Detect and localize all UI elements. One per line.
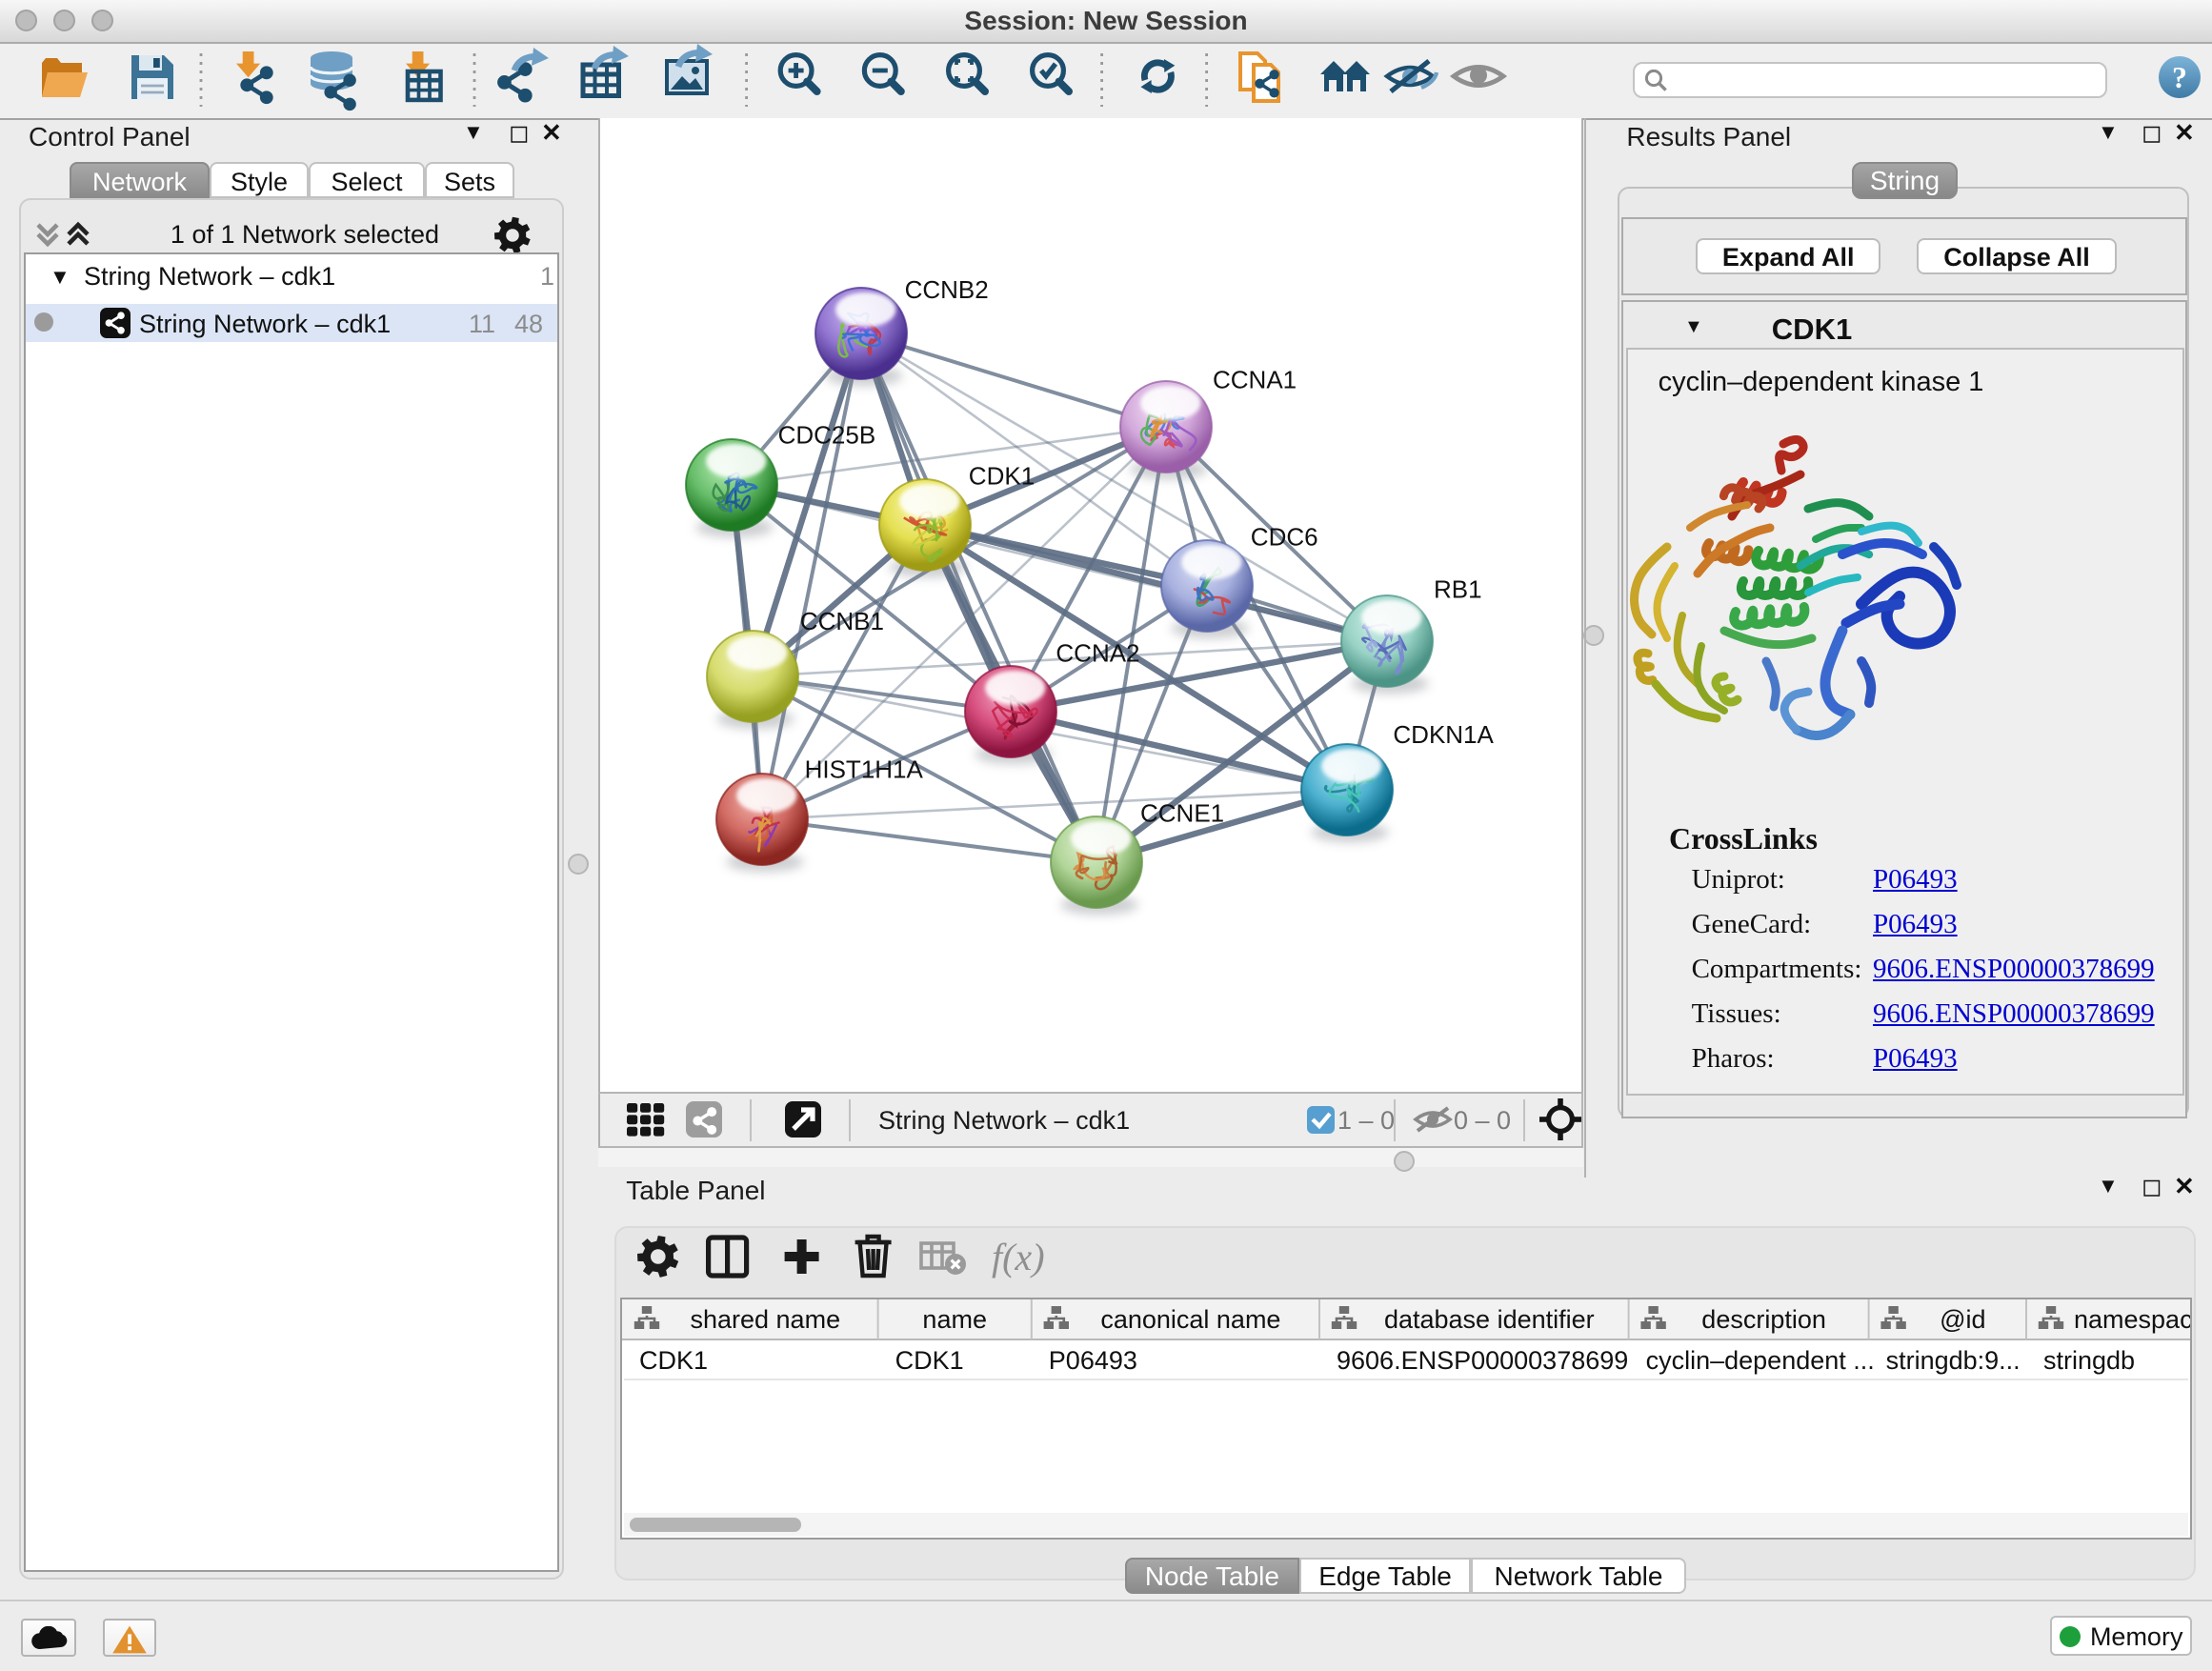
svg-text:CCNB2: CCNB2 [905, 275, 989, 304]
svg-text:HIST1H1A: HIST1H1A [805, 755, 924, 784]
svg-text:CDKN1A: CDKN1A [1393, 720, 1494, 749]
svg-text:CCNB1: CCNB1 [800, 607, 884, 635]
svg-text:cyclin–dependent ...: cyclin–dependent ... [1646, 1346, 1875, 1375]
svg-text:@id: @id [1940, 1305, 1985, 1334]
svg-text:CCNE1: CCNE1 [1140, 798, 1224, 827]
svg-text:description: description [1702, 1305, 1827, 1334]
svg-text:CDC25B: CDC25B [778, 421, 876, 450]
svg-text:String Network – cdk1: String Network – cdk1 [878, 1106, 1130, 1135]
svg-text:P06493: P06493 [1049, 1346, 1137, 1375]
svg-text:CCNA2: CCNA2 [1056, 639, 1139, 668]
svg-text:shared name: shared name [691, 1305, 841, 1334]
svg-text:database identifier: database identifier [1384, 1305, 1595, 1334]
svg-text:stringdb: stringdb [2043, 1346, 2135, 1375]
svg-text:CDC6: CDC6 [1251, 522, 1318, 551]
svg-text:RB1: RB1 [1434, 574, 1482, 603]
svg-text:f(x): f(x) [992, 1236, 1045, 1278]
svg-text:9606.ENSP00000378699: 9606.ENSP00000378699 [1337, 1346, 1628, 1375]
svg-text:CDK1: CDK1 [969, 461, 1035, 490]
svg-text:CDK1: CDK1 [895, 1346, 964, 1375]
svg-text:0 – 0: 0 – 0 [1454, 1106, 1511, 1135]
svg-text:stringdb:9...: stringdb:9... [1886, 1346, 2021, 1375]
svg-text:CDK1: CDK1 [639, 1346, 708, 1375]
svg-text:namespace: namespace [2074, 1305, 2190, 1334]
svg-text:1 – 0: 1 – 0 [1337, 1106, 1395, 1135]
svg-text:name: name [923, 1305, 988, 1334]
svg-text:CCNA1: CCNA1 [1213, 366, 1297, 394]
svg-text:canonical name: canonical name [1101, 1305, 1281, 1334]
